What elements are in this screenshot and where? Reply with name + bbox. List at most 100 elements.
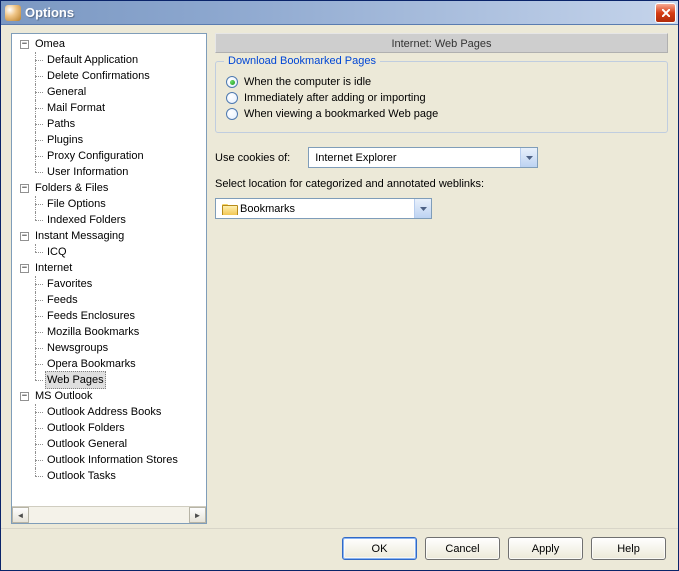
cookies-combo[interactable]: Internet Explorer <box>308 147 538 168</box>
tree-item-paths[interactable]: Paths <box>34 116 206 132</box>
tree-item-outlook-folders[interactable]: Outlook Folders <box>34 420 206 436</box>
tree-connector <box>31 132 43 148</box>
tree-label[interactable]: Delete Confirmations <box>45 68 152 84</box>
tree-item-feeds[interactable]: Feeds <box>34 292 206 308</box>
tree-label[interactable]: MS Outlook <box>33 388 94 404</box>
cancel-button[interactable]: Cancel <box>425 537 500 560</box>
tree-item-icq[interactable]: ICQ <box>34 244 206 260</box>
tree-label[interactable]: General <box>45 84 88 100</box>
tree-label[interactable]: File Options <box>45 196 108 212</box>
tree-label[interactable]: Outlook Tasks <box>45 468 118 484</box>
radio-option-immediate[interactable]: Immediately after adding or importing <box>226 92 657 104</box>
tree-toggle[interactable]: − <box>20 392 29 401</box>
tree-horizontal-scrollbar[interactable]: ◄ ► <box>12 506 206 523</box>
app-icon <box>5 5 21 21</box>
tree-item-feeds-enclosures[interactable]: Feeds Enclosures <box>34 308 206 324</box>
tree-item-delete-confirmations[interactable]: Delete Confirmations <box>34 68 206 84</box>
tree-label[interactable]: Paths <box>45 116 77 132</box>
tree-item-opera-bookmarks[interactable]: Opera Bookmarks <box>34 356 206 372</box>
content-area: −OmeaDefault ApplicationDelete Confirmat… <box>1 25 678 528</box>
tree-connector <box>31 84 43 100</box>
tree-label[interactable]: Indexed Folders <box>45 212 128 228</box>
category-tree[interactable]: −OmeaDefault ApplicationDelete Confirmat… <box>12 34 206 506</box>
tree-label[interactable]: Internet <box>33 260 74 276</box>
category-tree-panel: −OmeaDefault ApplicationDelete Confirmat… <box>11 33 207 524</box>
tree-branch-folders-files[interactable]: −Folders & Files <box>20 180 206 196</box>
radio-option-viewing[interactable]: When viewing a bookmarked Web page <box>226 108 657 120</box>
tree-label[interactable]: Feeds Enclosures <box>45 308 137 324</box>
ok-button[interactable]: OK <box>342 537 417 560</box>
tree-toggle[interactable]: − <box>20 184 29 193</box>
close-button[interactable] <box>655 3 676 23</box>
tree-item-web-pages[interactable]: Web Pages <box>34 372 206 388</box>
radio-label-idle: When the computer is idle <box>244 76 371 88</box>
tree-item-outlook-address-books[interactable]: Outlook Address Books <box>34 404 206 420</box>
tree-label[interactable]: Newsgroups <box>45 340 110 356</box>
tree-branch-omea[interactable]: −Omea <box>20 36 206 52</box>
tree-item-outlook-information-stores[interactable]: Outlook Information Stores <box>34 452 206 468</box>
tree-toggle[interactable]: − <box>20 264 29 273</box>
location-combo-button[interactable] <box>414 199 431 218</box>
tree-item-outlook-general[interactable]: Outlook General <box>34 436 206 452</box>
radio-option-idle[interactable]: When the computer is idle <box>226 76 657 88</box>
tree-item-user-information[interactable]: User Information <box>34 164 206 180</box>
tree-connector <box>31 372 43 388</box>
tree-connector <box>31 340 43 356</box>
scroll-track[interactable] <box>29 507 189 523</box>
scroll-right-button[interactable]: ► <box>189 507 206 523</box>
tree-item-newsgroups[interactable]: Newsgroups <box>34 340 206 356</box>
tree-label[interactable]: User Information <box>45 164 130 180</box>
tree-item-outlook-tasks[interactable]: Outlook Tasks <box>34 468 206 484</box>
help-button[interactable]: Help <box>591 537 666 560</box>
tree-label[interactable]: Outlook Folders <box>45 420 127 436</box>
tree-item-mail-format[interactable]: Mail Format <box>34 100 206 116</box>
cookies-combo-value: Internet Explorer <box>309 152 520 164</box>
tree-label[interactable]: Proxy Configuration <box>45 148 146 164</box>
tree-label[interactable]: ICQ <box>45 244 69 260</box>
tree-label[interactable]: Mail Format <box>45 100 107 116</box>
tree-branch-instant-messaging[interactable]: −Instant Messaging <box>20 228 206 244</box>
tree-item-proxy-configuration[interactable]: Proxy Configuration <box>34 148 206 164</box>
tree-toggle[interactable]: − <box>20 232 29 241</box>
tree-item-general[interactable]: General <box>34 84 206 100</box>
cookies-combo-button[interactable] <box>520 148 537 167</box>
tree-label[interactable]: Outlook Address Books <box>45 404 163 420</box>
tree-toggle[interactable]: − <box>20 40 29 49</box>
tree-label[interactable]: Folders & Files <box>33 180 110 196</box>
tree-label[interactable]: Outlook Information Stores <box>45 452 180 468</box>
tree-label[interactable]: Plugins <box>45 132 85 148</box>
button-bar: OK Cancel Apply Help <box>1 528 678 570</box>
tree-label[interactable]: Opera Bookmarks <box>45 356 138 372</box>
radio-input-idle[interactable] <box>226 76 238 88</box>
folder-icon <box>222 203 236 215</box>
tree-connector <box>31 68 43 84</box>
tree-label[interactable]: Favorites <box>45 276 94 292</box>
tree-label[interactable]: Instant Messaging <box>33 228 126 244</box>
tree-item-default-application[interactable]: Default Application <box>34 52 206 68</box>
tree-connector <box>31 404 43 420</box>
location-combo[interactable]: Bookmarks <box>215 198 432 219</box>
radio-label-immediate: Immediately after adding or importing <box>244 92 426 104</box>
tree-label[interactable]: Omea <box>33 36 67 52</box>
tree-label[interactable]: Mozilla Bookmarks <box>45 324 141 340</box>
tree-connector <box>31 468 43 484</box>
tree-branch-ms-outlook[interactable]: −MS Outlook <box>20 388 206 404</box>
tree-connector <box>31 308 43 324</box>
tree-connector <box>31 436 43 452</box>
scroll-left-button[interactable]: ◄ <box>12 507 29 523</box>
radio-input-viewing[interactable] <box>226 108 238 120</box>
tree-item-indexed-folders[interactable]: Indexed Folders <box>34 212 206 228</box>
tree-item-mozilla-bookmarks[interactable]: Mozilla Bookmarks <box>34 324 206 340</box>
tree-label[interactable]: Default Application <box>45 52 140 68</box>
tree-label[interactable]: Web Pages <box>45 371 106 389</box>
tree-item-favorites[interactable]: Favorites <box>34 276 206 292</box>
tree-connector <box>31 148 43 164</box>
tree-item-plugins[interactable]: Plugins <box>34 132 206 148</box>
radio-input-immediate[interactable] <box>226 92 238 104</box>
tree-branch-internet[interactable]: −Internet <box>20 260 206 276</box>
tree-label[interactable]: Feeds <box>45 292 80 308</box>
tree-connector <box>31 276 43 292</box>
tree-label[interactable]: Outlook General <box>45 436 129 452</box>
apply-button[interactable]: Apply <box>508 537 583 560</box>
tree-item-file-options[interactable]: File Options <box>34 196 206 212</box>
